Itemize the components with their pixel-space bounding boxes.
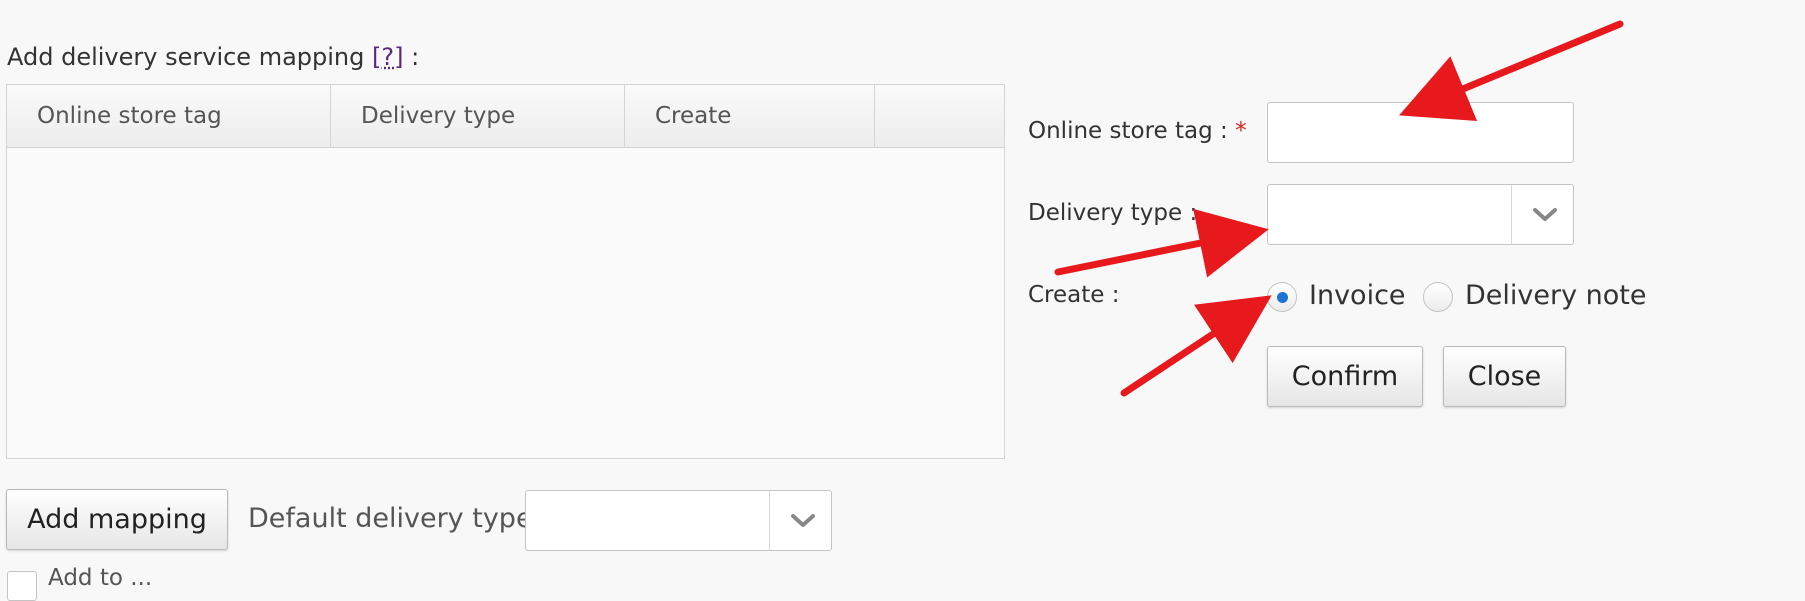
help-link[interactable]: [?]	[372, 43, 403, 71]
section-title-text: Add delivery service mapping	[7, 43, 365, 71]
default-delivery-type-label: Default delivery type :	[248, 503, 551, 534]
column-header-actions	[875, 85, 1004, 147]
delivery-type-select[interactable]	[1267, 184, 1574, 245]
mapping-table: Online store tag Delivery type Create	[6, 84, 1005, 459]
radio-selected-dot	[1277, 292, 1288, 303]
select-divider	[769, 491, 770, 550]
chevron-down-icon[interactable]	[1532, 207, 1558, 223]
delivery-note-radio-label[interactable]: Delivery note	[1465, 280, 1647, 311]
arrow-annotation	[1399, 20, 1624, 121]
delivery-type-label: Delivery type :	[1028, 200, 1198, 226]
column-header-online-store-tag[interactable]: Online store tag	[7, 85, 330, 147]
invoice-radio-label[interactable]: Invoice	[1309, 280, 1406, 311]
confirm-button[interactable]: Confirm	[1267, 346, 1423, 407]
required-marker: *	[1235, 118, 1247, 144]
add-mapping-button[interactable]: Add mapping	[6, 489, 228, 550]
table-header: Online store tag Delivery type Create	[7, 85, 1004, 148]
close-button[interactable]: Close	[1443, 346, 1566, 407]
column-header-create[interactable]: Create	[625, 85, 874, 147]
section-title: Add delivery service mapping [?] :	[7, 43, 419, 71]
create-label: Create :	[1028, 282, 1120, 308]
online-store-tag-label: Online store tag : *	[1028, 118, 1247, 144]
add-to-checkbox-label: Add to ...	[48, 565, 153, 591]
online-store-tag-label-text: Online store tag :	[1028, 118, 1228, 144]
chevron-down-icon[interactable]	[790, 513, 816, 529]
add-to-checkbox[interactable]	[7, 571, 37, 601]
invoice-radio[interactable]	[1267, 282, 1297, 312]
delivery-note-radio[interactable]	[1423, 282, 1453, 312]
column-header-delivery-type[interactable]: Delivery type	[331, 85, 624, 147]
arrow-annotation	[1054, 208, 1269, 278]
online-store-tag-input[interactable]	[1267, 102, 1574, 163]
table-body	[7, 148, 1004, 458]
select-divider	[1511, 185, 1512, 244]
section-title-colon: :	[411, 43, 420, 71]
default-delivery-type-select[interactable]	[525, 490, 832, 551]
arrow-annotation	[1120, 295, 1272, 397]
